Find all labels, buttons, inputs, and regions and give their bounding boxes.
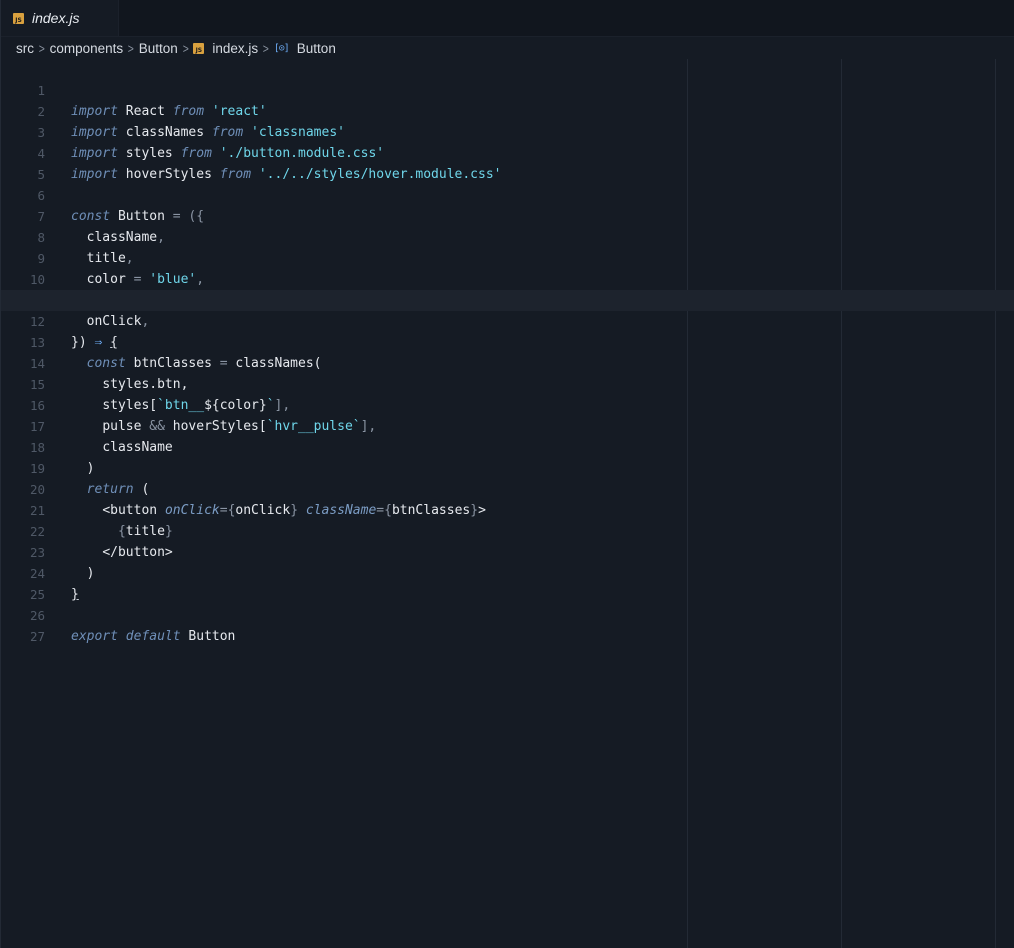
chevron-right-icon: > <box>38 41 45 56</box>
line-number: 27 <box>29 629 45 644</box>
chevron-right-icon: > <box>127 41 134 56</box>
code-token: Button <box>188 629 236 644</box>
code-token: default <box>125 629 181 644</box>
code-line[interactable]: 22 </button> <box>1 500 1014 560</box>
breadcrumb-item-symbol[interactable]: Button <box>297 41 336 56</box>
code-line[interactable]: 19 return ( <box>1 437 1014 497</box>
code-line[interactable]: 9 color = 'blue', <box>1 227 1014 287</box>
code-line[interactable]: 4 import hoverStyles from '../../styles/… <box>1 122 1014 182</box>
code-token: export <box>71 629 118 644</box>
code-editor[interactable]: 1 import React from 'react' 2 import cla… <box>1 59 1014 948</box>
code-line[interactable]: 26 export default Button <box>1 584 1014 644</box>
tab-bar: JS index.js <box>1 0 1014 37</box>
js-file-icon: JS <box>13 12 24 24</box>
js-file-icon: JS <box>193 43 205 54</box>
breadcrumb-item-src[interactable]: src <box>16 41 34 56</box>
breadcrumb: src > components > Button > JS index.js … <box>1 38 1014 59</box>
breadcrumb-item-button-folder[interactable]: Button <box>139 41 178 56</box>
code-content: export default Button <box>71 626 235 647</box>
tab-index-js[interactable]: JS index.js <box>1 0 119 36</box>
code-line[interactable]: 24 } <box>1 542 1014 602</box>
code-line[interactable]: 14 styles.btn, <box>1 332 1014 392</box>
editor-window: JS index.js src > components > Button > … <box>0 0 1014 948</box>
code-line[interactable]: 13 const btnClasses = classNames( <box>1 311 1014 371</box>
code-line-active[interactable]: 12 }) ⇒ { <box>1 290 1014 350</box>
code-line[interactable]: 20 <button onClick={onClick} className={… <box>1 458 1014 518</box>
code-line[interactable]: 6 const Button = ({ <box>1 164 1014 224</box>
code-line[interactable]: 3 import styles from './button.module.cs… <box>1 101 1014 161</box>
symbol-variable-icon: [⊙] <box>273 43 290 54</box>
chevron-right-icon: > <box>182 41 189 56</box>
code-line[interactable]: 1 import React from 'react' <box>1 59 1014 119</box>
tab-label: index.js <box>32 10 80 26</box>
code-line[interactable]: 15 styles[`btn__${color}`], <box>1 353 1014 413</box>
code-line[interactable]: 11 onClick, <box>1 269 1014 329</box>
code-line[interactable]: 23 ) <box>1 521 1014 581</box>
chevron-right-icon: > <box>262 41 269 56</box>
code-line[interactable]: 21 {title} <box>1 479 1014 539</box>
code-line[interactable]: 5 <box>1 143 1014 182</box>
code-line[interactable]: 16 pulse && hoverStyles[`hvr__pulse`], <box>1 374 1014 434</box>
breadcrumb-item-components[interactable]: components <box>50 41 124 56</box>
code-line[interactable]: 8 title, <box>1 206 1014 266</box>
code-line[interactable]: 25 <box>1 563 1014 602</box>
code-line[interactable]: 18 ) <box>1 416 1014 476</box>
code-line[interactable]: 27 <box>1 605 1014 644</box>
breadcrumb-item-file[interactable]: index.js <box>212 41 258 56</box>
code-line[interactable]: 2 import classNames from 'classnames' <box>1 80 1014 140</box>
code-line[interactable]: 7 className, <box>1 185 1014 245</box>
code-line[interactable]: 10 pulse = true, <box>1 248 1014 308</box>
code-line[interactable]: 17 className <box>1 395 1014 455</box>
